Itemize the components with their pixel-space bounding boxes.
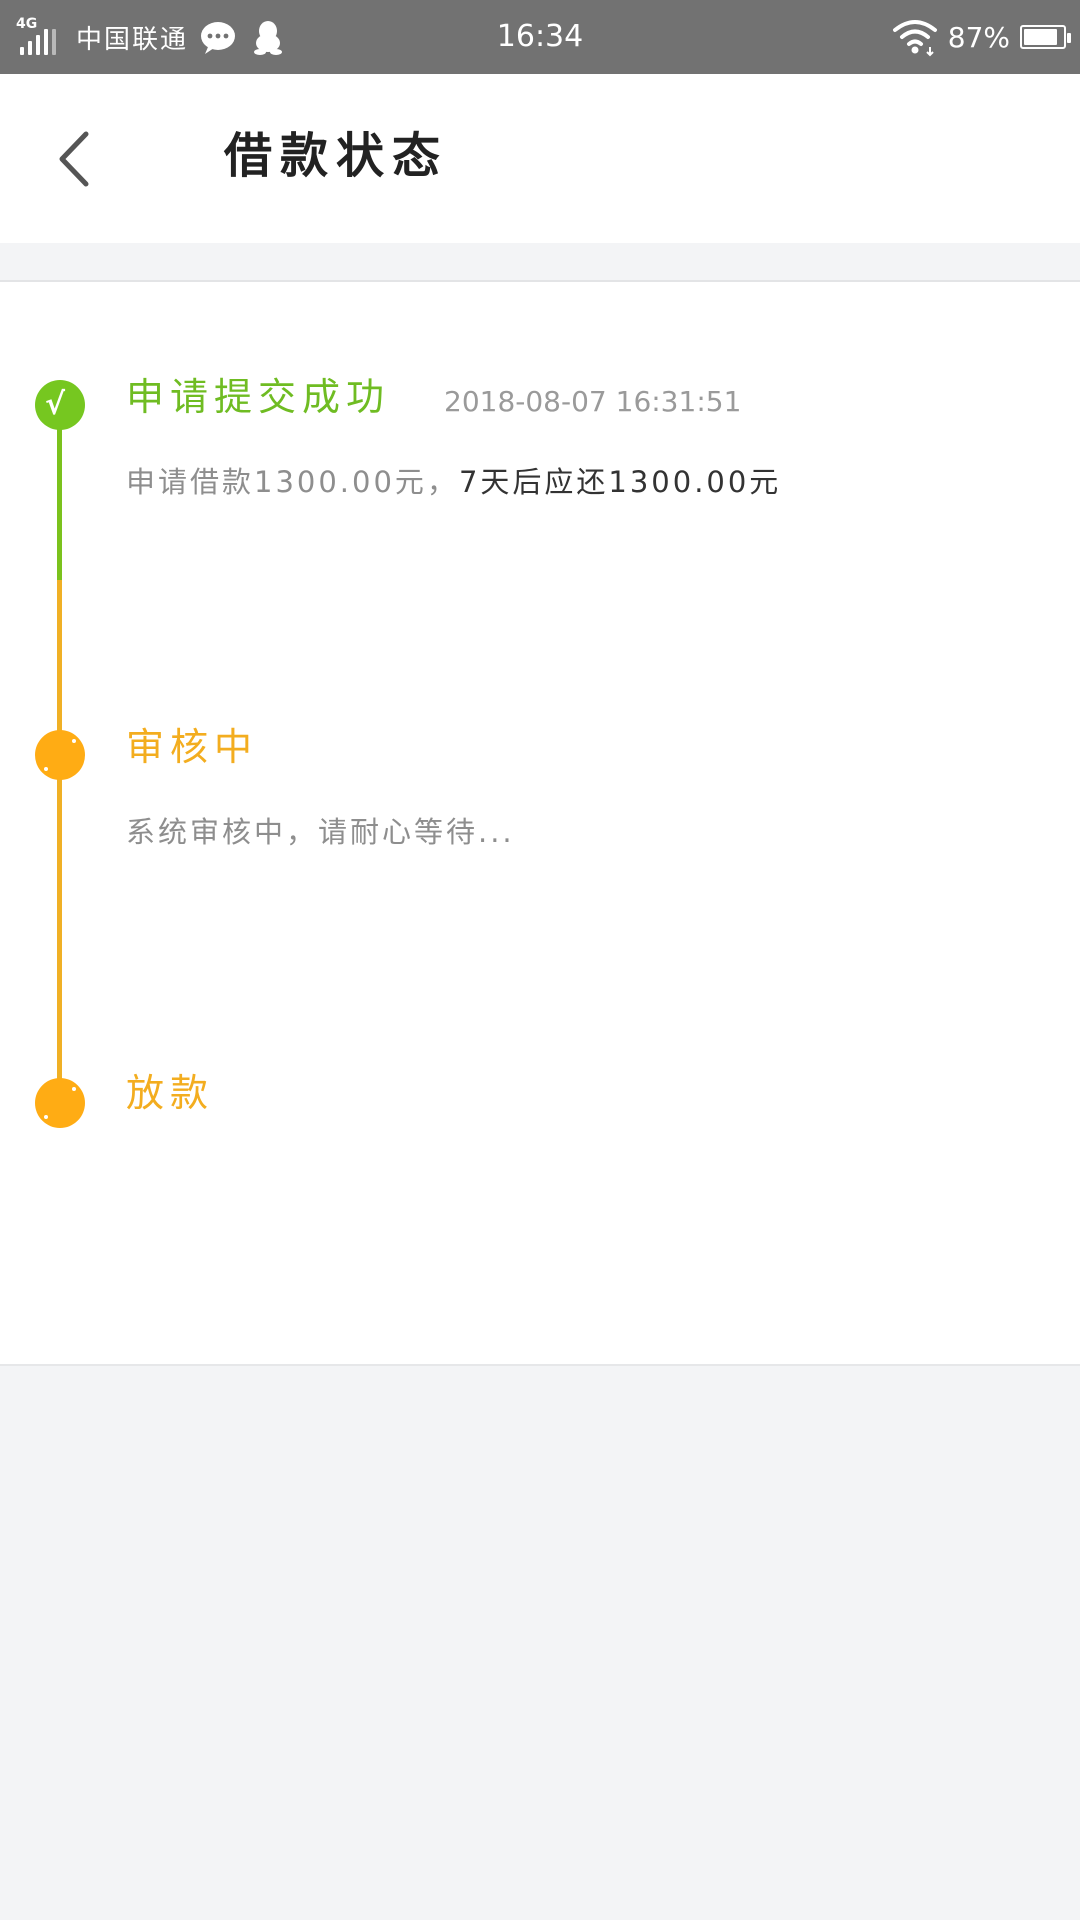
- repay-amount-text: 7天后应还1300.00元: [458, 465, 782, 499]
- step-reviewing-desc: 系统审核中，请耐心等待...: [126, 815, 515, 849]
- step-pending-dot-icon: [35, 1078, 85, 1128]
- step-title-disbursement: 放款: [126, 1071, 215, 1115]
- step-submitted-desc: 申请借款1300.00元，7天后应还1300.00元: [126, 462, 781, 502]
- step-title-submitted: 申请提交成功: [126, 375, 391, 419]
- timeline-line-done: [57, 428, 62, 580]
- page-title: 借款状态: [224, 128, 449, 184]
- step-submitted-time: 2018-08-07 16:31:51: [444, 385, 742, 418]
- step-pending-dot-icon: [35, 730, 85, 780]
- battery-percent: 87%: [947, 20, 1010, 54]
- status-bar-right: 87%: [892, 0, 1071, 74]
- status-bar: 4G 中国联通 16:34 87%: [0, 0, 1080, 74]
- step-done-check-icon: √: [35, 380, 85, 430]
- wifi-icon: [892, 20, 937, 57]
- battery-icon: [1020, 25, 1071, 49]
- step-title-reviewing: 审核中: [126, 725, 259, 769]
- timeline-line-pending: [57, 580, 62, 1102]
- nav-header: 借款状态: [0, 74, 1080, 243]
- chevron-left-icon[interactable]: [50, 126, 100, 192]
- loan-amount-text: 申请借款1300.00元，: [126, 465, 459, 499]
